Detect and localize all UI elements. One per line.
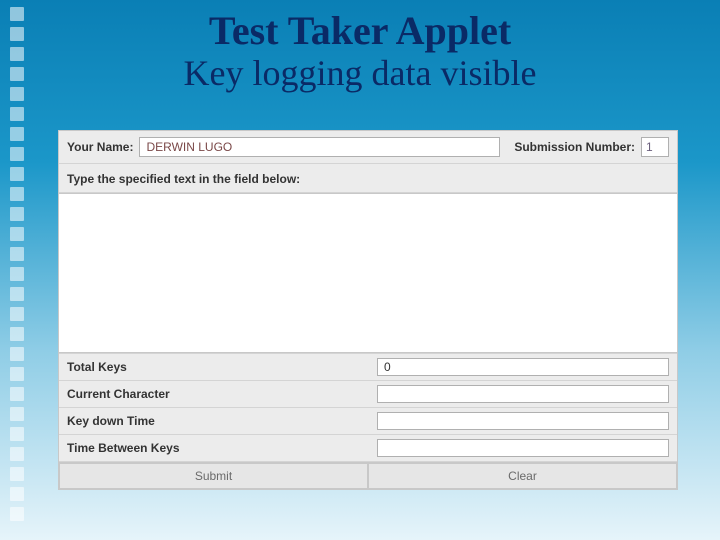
time-between-keys-row: Time Between Keys xyxy=(59,435,677,462)
clear-button[interactable]: Clear xyxy=(368,463,677,489)
slide-subtitle: Key logging data visible xyxy=(0,54,720,94)
submission-number-label: Submission Number: xyxy=(514,140,635,154)
submission-number-input[interactable] xyxy=(641,137,669,157)
submit-button[interactable]: Submit xyxy=(59,463,368,489)
decorative-square xyxy=(10,147,24,161)
decorative-square xyxy=(10,167,24,181)
total-keys-value xyxy=(377,358,669,376)
total-keys-label: Total Keys xyxy=(67,360,377,374)
decorative-square xyxy=(10,287,24,301)
your-name-input[interactable] xyxy=(139,137,500,157)
your-name-label: Your Name: xyxy=(67,140,133,154)
slide-title: Test Taker Applet xyxy=(0,10,720,52)
key-down-time-row: Key down Time xyxy=(59,408,677,435)
decorative-square xyxy=(10,247,24,261)
decorative-square xyxy=(10,187,24,201)
time-between-keys-label: Time Between Keys xyxy=(67,441,377,455)
applet-panel: Your Name: Submission Number: Type the s… xyxy=(58,130,678,490)
name-row: Your Name: Submission Number: xyxy=(59,131,677,164)
typing-textarea[interactable] xyxy=(59,193,677,353)
button-row: Submit Clear xyxy=(59,462,677,489)
current-character-value xyxy=(377,385,669,403)
decorative-square xyxy=(10,207,24,221)
typing-area-wrap xyxy=(59,193,677,354)
current-character-label: Current Character xyxy=(67,387,377,401)
decorative-square xyxy=(10,467,24,481)
decorative-square xyxy=(10,507,24,521)
current-character-row: Current Character xyxy=(59,381,677,408)
decorative-square xyxy=(10,447,24,461)
decorative-square xyxy=(10,387,24,401)
time-between-keys-value xyxy=(377,439,669,457)
decorative-square xyxy=(10,227,24,241)
decorative-square xyxy=(10,267,24,281)
decorative-square xyxy=(10,307,24,321)
total-keys-row: Total Keys xyxy=(59,354,677,381)
decorative-square xyxy=(10,427,24,441)
key-down-time-value xyxy=(377,412,669,430)
instruction-label: Type the specified text in the field bel… xyxy=(59,164,677,193)
decorative-square xyxy=(10,327,24,341)
key-down-time-label: Key down Time xyxy=(67,414,377,428)
slide-titles: Test Taker Applet Key logging data visib… xyxy=(0,10,720,94)
decorative-square xyxy=(10,407,24,421)
decorative-square xyxy=(10,367,24,381)
decorative-square xyxy=(10,487,24,501)
decorative-square xyxy=(10,127,24,141)
slide-background: Test Taker Applet Key logging data visib… xyxy=(0,0,720,540)
decorative-square xyxy=(10,107,24,121)
decorative-square xyxy=(10,347,24,361)
